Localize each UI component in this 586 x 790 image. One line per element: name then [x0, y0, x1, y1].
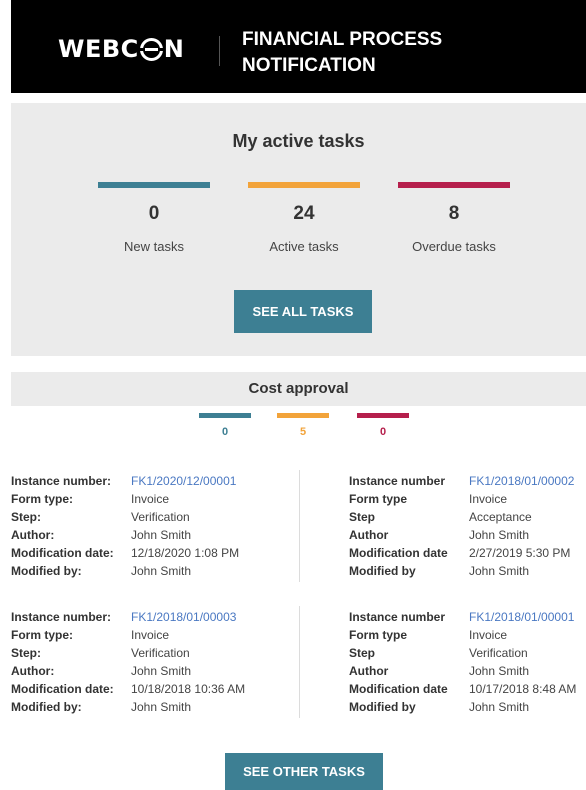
field-label: Modification date:: [11, 546, 114, 560]
cost-count-active-value: 5: [299, 426, 307, 438]
see-all-tasks-button[interactable]: SEE ALL TASKS: [234, 290, 372, 333]
field-value: Verification: [131, 646, 190, 660]
field-value: John Smith: [131, 564, 192, 578]
stat-bar-overdue: [398, 182, 510, 188]
cost-count-overdue-value: 0: [379, 426, 387, 438]
task-card: Instance number FK1/2018/01/00002 Form ty…: [349, 472, 574, 580]
field-value: Verification: [131, 510, 190, 524]
field-value: Acceptance: [469, 510, 532, 524]
field-label: Instance number:: [11, 474, 112, 488]
task-card: Instance number: FK1/2018/01/00003 Form t…: [11, 608, 245, 716]
cost-bar-new: [199, 413, 251, 418]
field-value: 2/27/2019 5:30 PM: [469, 546, 571, 560]
field-label: Step: [349, 510, 376, 524]
column-divider: [299, 606, 300, 718]
field-value: 10/18/2018 10:36 AM: [131, 682, 246, 696]
stat-value-active: 24: [293, 203, 315, 224]
stat-bar-active: [248, 182, 360, 188]
field-value: Invoice: [469, 492, 508, 506]
instance-number-link[interactable]: FK1/2020/12/00001: [131, 472, 236, 490]
header-divider: [219, 36, 220, 66]
field-value: John Smith: [469, 528, 530, 542]
field-label: Form type: [349, 628, 408, 642]
cost-bar-active: [277, 413, 329, 418]
stat-active-tasks: 24 Active tasks: [248, 182, 360, 254]
field-label: Modification date: [349, 546, 448, 560]
field-label: Form type:: [11, 492, 74, 506]
field-label: Modified by:: [11, 700, 82, 714]
field-label: Author: [349, 528, 389, 542]
cost-approval-title: Cost approval: [11, 372, 586, 406]
cost-count-overdue: 0: [357, 413, 409, 438]
header-title-line1: FINANCIAL PROCESS: [242, 29, 443, 50]
header-banner: WEBC N FINANCIAL PROCESS NOTIFICATION: [11, 0, 586, 93]
instance-number-link[interactable]: FK1/2018/01/00002: [469, 472, 574, 490]
header-title-line2: NOTIFICATION: [242, 55, 376, 76]
logo-text-right: N: [163, 35, 185, 63]
stat-overdue-tasks: 8 Overdue tasks: [398, 182, 510, 254]
field-label: Author: [349, 664, 389, 678]
field-value: Invoice: [131, 492, 170, 506]
field-value: Invoice: [131, 628, 170, 642]
field-value: John Smith: [469, 564, 530, 578]
stat-label-new: New tasks: [124, 239, 184, 254]
cost-bar-overdue: [357, 413, 409, 418]
field-label: Instance number: [349, 474, 446, 488]
task-card: Instance number: FK1/2020/12/00001 Form t…: [11, 472, 239, 580]
field-label: Modification date:: [11, 682, 114, 696]
field-value: 12/18/2020 1:08 PM: [131, 546, 240, 560]
field-value: John Smith: [469, 700, 530, 714]
instance-number-link[interactable]: FK1/2018/01/00001: [469, 608, 574, 626]
stat-value-overdue: 8: [448, 203, 460, 224]
field-value: John Smith: [469, 664, 530, 678]
stat-bar-new: [98, 182, 210, 188]
task-card: Instance number FK1/2018/01/00001 Form ty…: [349, 608, 576, 716]
logo-text-left: WEBC: [58, 35, 139, 63]
logo-o-icon: [138, 37, 164, 61]
field-label: Instance number:: [11, 610, 112, 624]
cost-count-new-value: 0: [221, 426, 229, 438]
field-value: Invoice: [469, 628, 508, 642]
stat-label-overdue: Overdue tasks: [412, 239, 496, 254]
field-label: Modified by:: [11, 564, 82, 578]
stat-new-tasks: 0 New tasks: [98, 182, 210, 254]
webcon-logo: WEBC N: [58, 31, 184, 67]
field-value: Verification: [469, 646, 528, 660]
field-label: Modified by: [349, 564, 416, 578]
active-tasks-title: My active tasks: [232, 131, 365, 151]
active-tasks-panel: My active tasks 0 New tasks 24 Active ta…: [11, 103, 586, 356]
field-value: 10/17/2018 8:48 AM: [469, 682, 577, 696]
header-title: FINANCIAL PROCESS NOTIFICATION: [242, 27, 502, 79]
instance-number-link[interactable]: FK1/2018/01/00003: [131, 608, 236, 626]
field-label: Step:: [11, 646, 41, 660]
field-label: Instance number: [349, 610, 446, 624]
field-label: Step: [349, 646, 376, 660]
field-value: John Smith: [131, 528, 192, 542]
see-other-tasks-button[interactable]: SEE OTHER TASKS: [225, 753, 383, 790]
field-label: Form type:: [11, 628, 74, 642]
field-value: John Smith: [131, 664, 192, 678]
cost-count-active: 5: [277, 413, 329, 438]
field-value: John Smith: [131, 700, 192, 714]
cost-count-new: 0: [199, 413, 251, 438]
field-label: Author:: [11, 528, 55, 542]
column-divider: [299, 470, 300, 582]
stat-value-new: 0: [148, 203, 160, 224]
field-label: Modification date: [349, 682, 448, 696]
field-label: Step:: [11, 510, 41, 524]
field-label: Form type: [349, 492, 408, 506]
stat-label-active: Active tasks: [269, 239, 339, 254]
field-label: Author:: [11, 664, 55, 678]
field-label: Modified by: [349, 700, 416, 714]
